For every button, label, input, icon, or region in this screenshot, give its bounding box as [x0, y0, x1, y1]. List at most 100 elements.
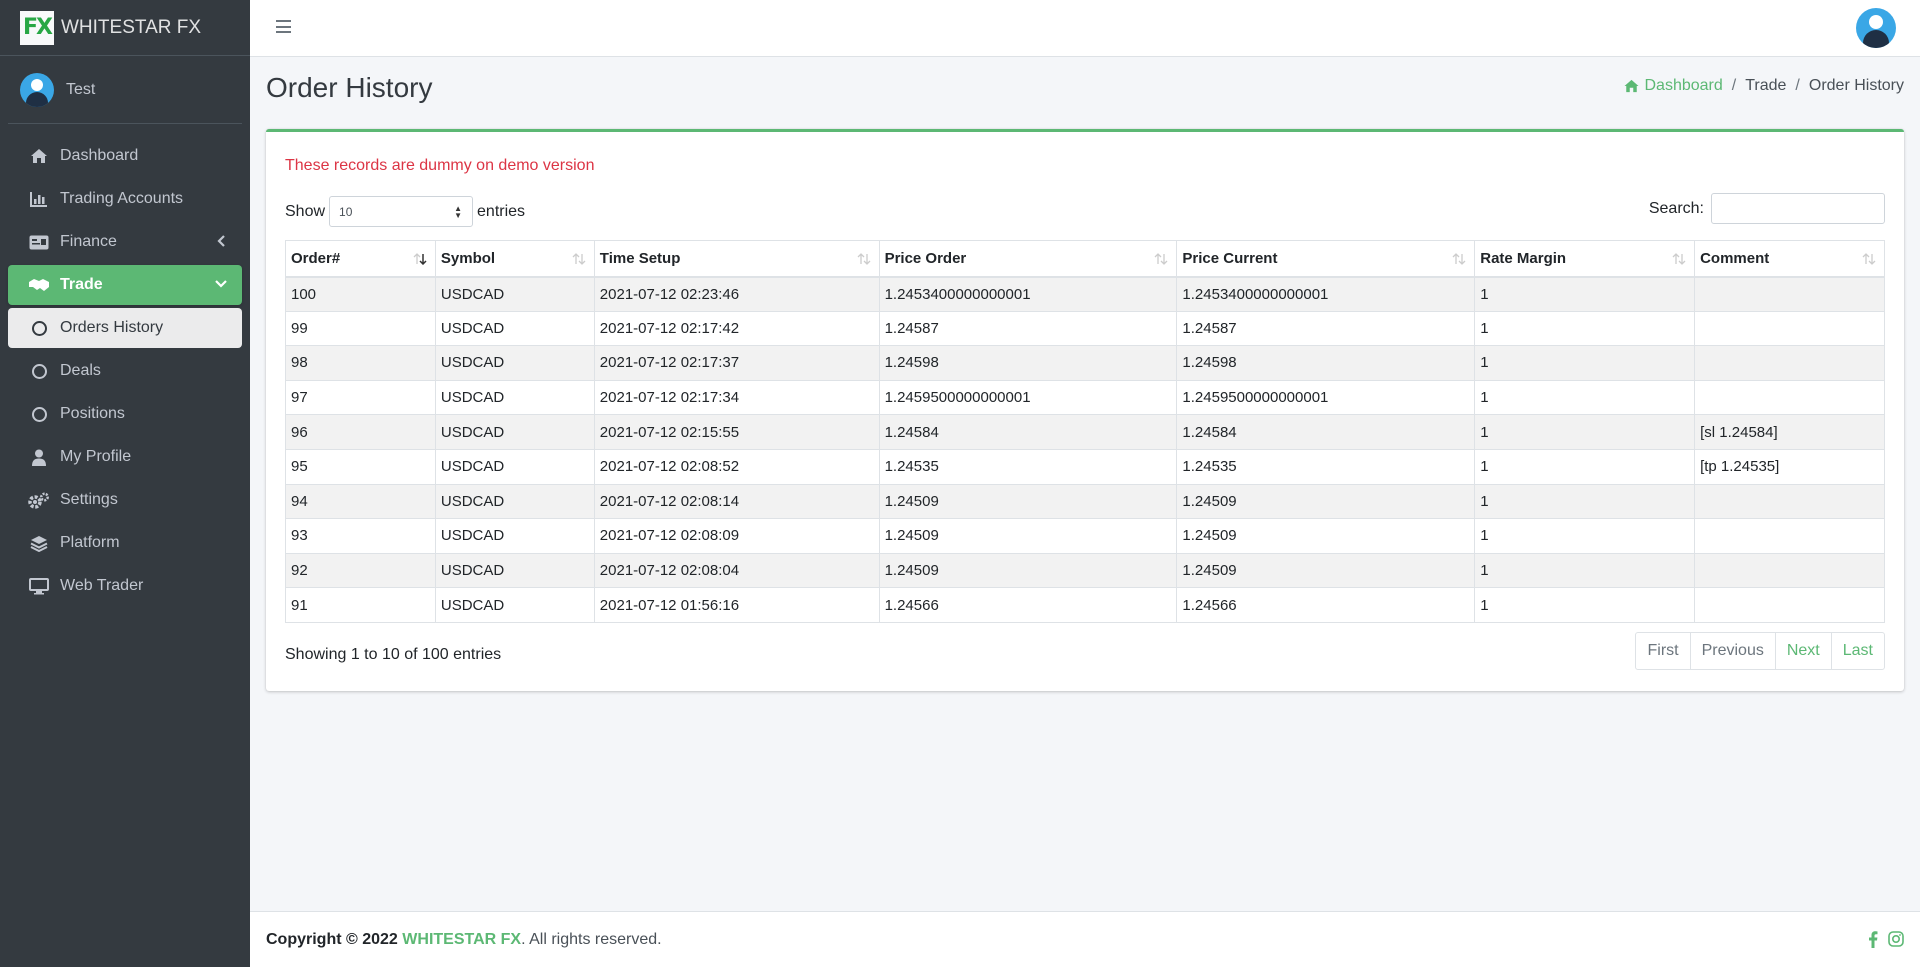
cell-symbol: USDCAD	[434, 276, 595, 312]
pagination-previous-button[interactable]: Previous	[1689, 633, 1775, 669]
cell-rate-margin: 1	[1474, 552, 1696, 589]
sidebar-item-positions[interactable]: Positions	[8, 394, 242, 434]
cell-order: 95	[285, 448, 436, 485]
entries-label: entries	[477, 202, 526, 220]
cell-symbol: USDCAD	[434, 518, 595, 554]
cell-order: 99	[285, 310, 436, 347]
cell-price-current: 1.2453400000000001	[1176, 276, 1476, 312]
cell-order: 93	[285, 518, 436, 554]
cell-comment: [tp 1.24535]	[1694, 448, 1885, 485]
cogs-icon	[28, 491, 50, 509]
user-name[interactable]: Test	[66, 81, 95, 99]
sidebar-item-deals[interactable]: Deals	[8, 351, 242, 391]
cell-comment	[1694, 379, 1885, 416]
cell-price-current: 1.24598	[1176, 345, 1476, 381]
brand-link[interactable]: FX WHITESTAR FX	[0, 0, 250, 56]
sidebar-item-label: Settings	[60, 491, 118, 508]
sidebar-item-label: Platform	[60, 534, 120, 551]
breadcrumb-dashboard-link[interactable]: Dashboard	[1623, 77, 1723, 95]
cell-price-current: 1.24509	[1176, 552, 1476, 589]
footer-brand-link[interactable]: WHITESTAR FX	[402, 931, 521, 949]
user-icon	[28, 448, 50, 466]
cell-symbol: USDCAD	[434, 414, 595, 450]
cell-order: 92	[285, 552, 436, 589]
column-header-time-setup[interactable]: Time Setup	[593, 240, 880, 278]
sort-icon	[1154, 253, 1168, 265]
search-control: Search:	[1649, 193, 1885, 224]
cell-symbol: USDCAD	[434, 448, 595, 485]
cell-time-setup: 2021-07-12 02:08:09	[593, 518, 880, 554]
sidebar-item-label: Orders History	[60, 319, 164, 336]
cell-order: 98	[285, 345, 436, 381]
desktop-icon	[28, 577, 50, 595]
column-header-symbol[interactable]: Symbol	[434, 240, 595, 278]
brand-logo: FX	[20, 10, 54, 45]
cell-price-order: 1.24587	[878, 310, 1178, 347]
demo-warning-text: These records are dummy on demo version	[285, 157, 595, 174]
cell-order: 96	[285, 414, 436, 450]
cell-comment	[1694, 345, 1885, 381]
column-header-label: Price Current	[1182, 249, 1278, 267]
top-navbar	[250, 0, 1920, 57]
pagination-last-button[interactable]: Last	[1830, 633, 1884, 669]
sidebar-item-trading-accounts[interactable]: Trading Accounts	[8, 179, 242, 219]
search-input[interactable]	[1711, 193, 1885, 224]
pagination-next-button[interactable]: Next	[1774, 633, 1831, 669]
sidebar-item-platform[interactable]: Platform	[8, 523, 242, 563]
user-menu-avatar[interactable]	[1856, 8, 1896, 48]
user-avatar	[20, 72, 54, 107]
menu-toggle-icon[interactable]	[276, 20, 291, 33]
table-row: 100 USDCAD 2021-07-12 02:23:46 1.2453400000…	[285, 276, 1885, 312]
instagram-icon[interactable]	[1888, 931, 1904, 947]
facebook-icon[interactable]	[1868, 931, 1878, 948]
pagination-first-button[interactable]: First	[1636, 633, 1689, 669]
sidebar-item-finance[interactable]: Finance	[8, 222, 242, 262]
cell-rate-margin: 1	[1474, 276, 1696, 312]
column-header-rate-margin[interactable]: Rate Margin	[1474, 240, 1696, 278]
cell-symbol: USDCAD	[434, 379, 595, 416]
cell-order: 97	[285, 379, 436, 416]
cell-price-order: 1.24566	[878, 587, 1178, 623]
cell-symbol: USDCAD	[434, 587, 595, 623]
sidebar-item-label: Finance	[60, 233, 117, 250]
sort-icon	[1862, 253, 1876, 265]
cell-rate-margin: 1	[1474, 379, 1696, 416]
sidebar-item-my-profile[interactable]: My Profile	[8, 437, 242, 477]
cell-time-setup: 2021-07-12 02:08:52	[593, 448, 880, 485]
column-header-order[interactable]: Order#	[285, 240, 436, 278]
breadcrumb-dashboard-label: Dashboard	[1644, 77, 1723, 94]
show-label: Show	[285, 202, 326, 220]
cell-time-setup: 2021-07-12 02:17:42	[593, 310, 880, 347]
cell-price-order: 1.24598	[878, 345, 1178, 381]
footer-copyright: Copyright © 2022	[266, 930, 398, 948]
table-row: 98 USDCAD 2021-07-12 02:17:37 1.24598 1.2459…	[285, 345, 1885, 381]
sidebar-item-trade[interactable]: Trade	[8, 265, 242, 305]
column-header-price-order[interactable]: Price Order	[878, 240, 1178, 278]
entries-length-control: Show 10 ▲ ▼ entries	[285, 196, 525, 227]
sidebar-item-label: My Profile	[60, 448, 132, 465]
pagination: First Previous Next Last	[1635, 632, 1885, 670]
cell-order: 94	[285, 483, 436, 520]
sidebar-nav: Dashboard Trading Accounts Finance Trade	[0, 136, 250, 606]
column-header-comment[interactable]: Comment	[1694, 240, 1885, 278]
column-header-price-current[interactable]: Price Current	[1176, 240, 1476, 278]
cell-price-order: 1.24584	[878, 414, 1178, 450]
cell-order: 100	[285, 276, 436, 312]
sidebar-item-settings[interactable]: Settings	[8, 480, 242, 520]
cell-time-setup: 2021-07-12 02:17:34	[593, 379, 880, 416]
column-header-label: Rate Margin	[1480, 249, 1567, 267]
cell-order: 91	[285, 587, 436, 623]
entries-select[interactable]: 10 ▲ ▼	[329, 196, 474, 227]
user-panel[interactable]: Test	[8, 56, 242, 124]
entries-select-value: 10	[339, 204, 353, 219]
cell-comment	[1694, 310, 1885, 347]
chevron-down-icon	[214, 277, 228, 291]
sidebar-item-dashboard[interactable]: Dashboard	[8, 136, 242, 176]
cell-price-order: 1.24509	[878, 518, 1178, 554]
orders-table-body: 100 USDCAD 2021-07-12 02:23:46 1.2453400000…	[285, 276, 1885, 623]
sidebar-item-web-trader[interactable]: Web Trader	[8, 566, 242, 606]
cell-comment	[1694, 552, 1885, 589]
cell-rate-margin: 1	[1474, 587, 1696, 623]
sidebar-item-orders-history[interactable]: Orders History	[8, 308, 242, 348]
table-row: 99 USDCAD 2021-07-12 02:17:42 1.24587 1.2458…	[285, 310, 1885, 347]
